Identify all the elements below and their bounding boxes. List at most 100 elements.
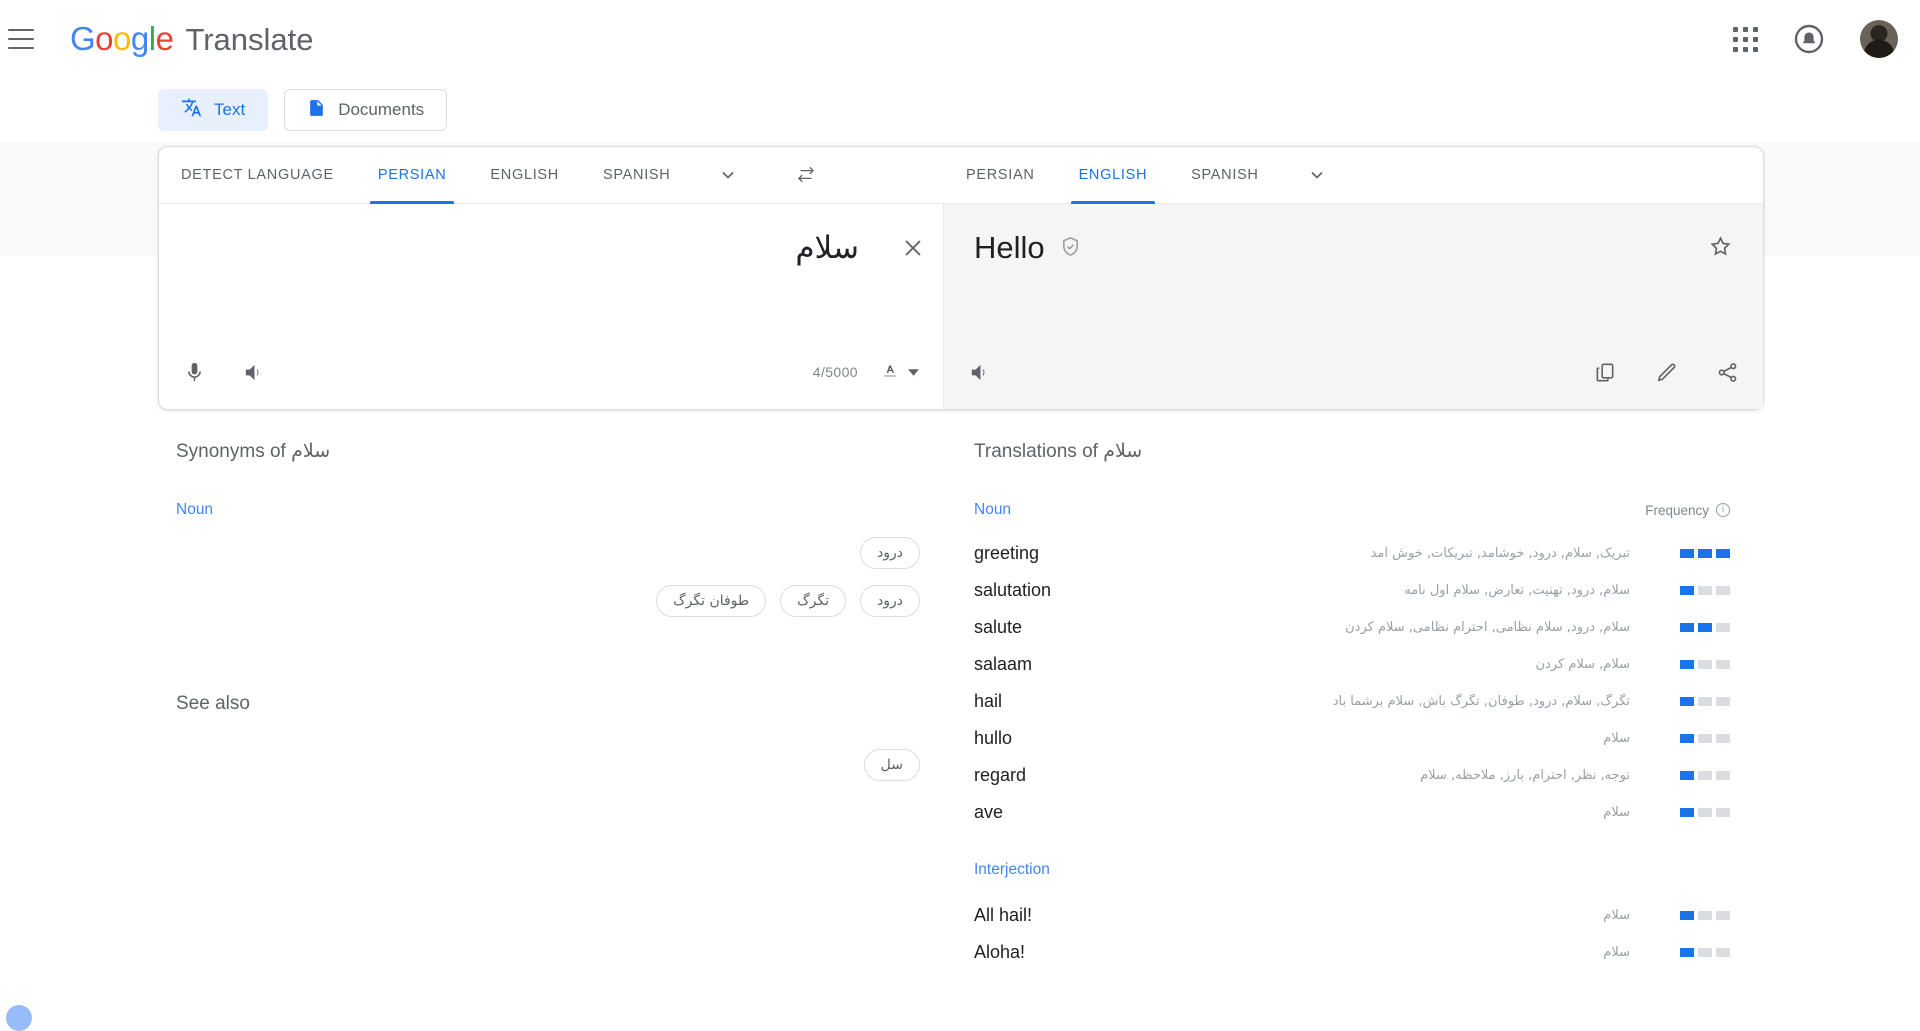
star-outline-icon[interactable] <box>1708 230 1733 264</box>
target-tab-english[interactable]: ENGLISH <box>1057 147 1170 204</box>
close-icon[interactable] <box>883 230 943 260</box>
frequency-bar-segment <box>1680 771 1694 780</box>
caret-down-icon <box>908 368 919 376</box>
synonym-chip[interactable]: درود <box>860 537 920 569</box>
user-avatar[interactable] <box>1860 20 1898 58</box>
source-tab-spanish[interactable]: SPANISH <box>581 147 692 203</box>
frequency-bar-segment <box>1680 734 1694 743</box>
see-also-chip[interactable]: سل <box>863 749 920 781</box>
translation-row[interactable]: salutation سلام, درود, تهنیت, تعارض, سلام… <box>974 572 1730 609</box>
copy-icon[interactable] <box>1594 361 1617 384</box>
character-counter: 4/5000 <box>812 364 858 380</box>
synonym-chip-row: درود <box>176 537 920 571</box>
input-tool-icon[interactable] <box>880 362 919 382</box>
translation-row[interactable]: salaam سلام, سلام کردن <box>974 646 1730 683</box>
target-tab-persian[interactable]: PERSIAN <box>944 147 1057 203</box>
frequency-bar-segment <box>1698 697 1712 706</box>
frequency-bar-segment <box>1680 586 1694 595</box>
source-text-row: سلام <box>159 204 943 335</box>
back-translations: تگرگ, سلام, درود, طوفان, تگرگ باش, سلام … <box>1332 694 1630 709</box>
back-translations: سلام, درود, تهنیت, تعارض, سلام اول نامه <box>1404 583 1630 598</box>
translation-text: Hello <box>974 230 1045 265</box>
frequency-bar-segment <box>1716 697 1730 706</box>
translation-word: hail <box>974 691 1003 711</box>
frequency-bar-segment <box>1716 911 1730 920</box>
source-more-languages-chevron-down-icon[interactable] <box>692 147 764 203</box>
synonym-chip-row: طوفان تگرگ تگرگ درود <box>176 585 920 619</box>
source-language-tabs: DETECT LANGUAGE PERSIAN ENGLISH SPANISH <box>159 147 944 204</box>
translation-row[interactable]: All hail! سلام <box>974 897 1730 934</box>
frequency-bar-segment <box>1698 911 1712 920</box>
source-tab-detect[interactable]: DETECT LANGUAGE <box>159 147 356 203</box>
page-corner-indicator <box>6 1005 32 1031</box>
notification-bell-icon[interactable] <box>1792 22 1826 56</box>
tab-text[interactable]: Text <box>158 89 269 131</box>
frequency-label: Frequency <box>1645 502 1709 518</box>
synonyms-title-prefix: Synonyms of <box>176 441 286 462</box>
target-language-tabs: PERSIAN ENGLISH SPANISH <box>944 147 1763 204</box>
frequency-bar-segment <box>1698 808 1712 817</box>
source-text-input[interactable]: سلام <box>159 230 883 266</box>
synonym-chip[interactable]: درود <box>860 585 920 617</box>
apps-grid-icon[interactable] <box>1732 26 1758 52</box>
hamburger-menu-icon[interactable] <box>8 29 34 49</box>
translation-row[interactable]: regard توجه, نظر, احترام, بارز, ملاحظه, س… <box>974 757 1730 794</box>
translations-interjection-list: All hail! سلام Aloha! سلام <box>974 897 1730 971</box>
brand: Google Translate <box>70 20 314 58</box>
translation-word: salaam <box>974 654 1033 674</box>
google-logo: Google <box>70 20 174 57</box>
verified-shield-icon <box>1059 230 1082 266</box>
source-tab-persian[interactable]: PERSIAN <box>356 147 469 204</box>
frequency-bar-segment <box>1716 586 1730 595</box>
tab-documents[interactable]: Documents <box>284 89 448 131</box>
frequency-bar-segment <box>1680 808 1694 817</box>
translation-word: ave <box>974 802 1004 822</box>
translate-panes: سلام 4/5000 Hello <box>159 204 1763 409</box>
synonyms-title-word: سلام <box>291 440 331 462</box>
see-also-title: See also <box>176 693 250 714</box>
frequency-legend: Frequency i <box>1645 503 1730 518</box>
synonym-chip[interactable]: طوفان تگرگ <box>656 585 767 617</box>
frequency-bar-segment <box>1680 549 1694 558</box>
translation-row[interactable]: hail تگرگ, سلام, درود, طوفان, تگرگ باش, س… <box>974 683 1730 720</box>
target-more-languages-chevron-down-icon[interactable] <box>1281 147 1353 203</box>
frequency-bar-segment <box>1698 623 1712 632</box>
source-speaker-icon[interactable] <box>242 361 265 384</box>
frequency-bars <box>1658 771 1730 780</box>
synonym-chip[interactable]: تگرگ <box>780 585 846 617</box>
frequency-bars <box>1658 911 1730 920</box>
translation-word: hullo <box>974 728 1013 748</box>
translation-row[interactable]: hullo سلام <box>974 720 1730 757</box>
app-bar: Google Translate <box>0 0 1920 78</box>
translation-row[interactable]: greeting تبریک, سلام, درود, خوشامد, تبریک… <box>974 535 1730 572</box>
see-also-chip-row: سل <box>176 749 920 783</box>
target-speaker-icon[interactable] <box>968 361 991 384</box>
tab-documents-label: Documents <box>338 100 425 119</box>
frequency-bar-segment <box>1716 948 1730 957</box>
synonyms-pos-noun: Noun <box>176 501 214 518</box>
translation-row[interactable]: salute سلام, درود, سلام نظامی, احترام نظا… <box>974 609 1730 646</box>
source-tab-english[interactable]: ENGLISH <box>468 147 581 203</box>
share-icon[interactable] <box>1716 361 1739 384</box>
pencil-edit-icon[interactable] <box>1655 361 1678 384</box>
translation-row[interactable]: ave سلام <box>974 794 1730 831</box>
translation-output: Hello <box>974 230 1708 266</box>
translation-word: regard <box>974 765 1027 785</box>
back-translations: سلام, درود, سلام نظامی, احترام نظامی, سل… <box>1345 620 1630 635</box>
translations-pos-interjection: Interjection <box>974 861 1050 878</box>
frequency-bars <box>1658 549 1730 558</box>
mode-tab-bar: Text Documents <box>0 78 1920 142</box>
back-translations: سلام <box>1603 908 1630 923</box>
frequency-bars <box>1658 697 1730 706</box>
app-bar-actions <box>1732 20 1920 58</box>
document-icon <box>307 97 326 124</box>
microphone-icon[interactable] <box>183 361 206 384</box>
translations-column: Translations of سلام Noun Frequency i gr… <box>960 440 1920 1027</box>
results-area: Synonyms of سلام Noun درود طوفان تگرگ تگ… <box>0 440 1920 1027</box>
translation-row[interactable]: Aloha! سلام <box>974 934 1730 971</box>
back-translations: سلام <box>1603 945 1630 960</box>
target-tab-spanish[interactable]: SPANISH <box>1169 147 1280 203</box>
source-pane: سلام 4/5000 <box>159 204 944 409</box>
info-icon[interactable]: i <box>1716 503 1730 517</box>
swap-languages-icon[interactable] <box>764 147 848 203</box>
